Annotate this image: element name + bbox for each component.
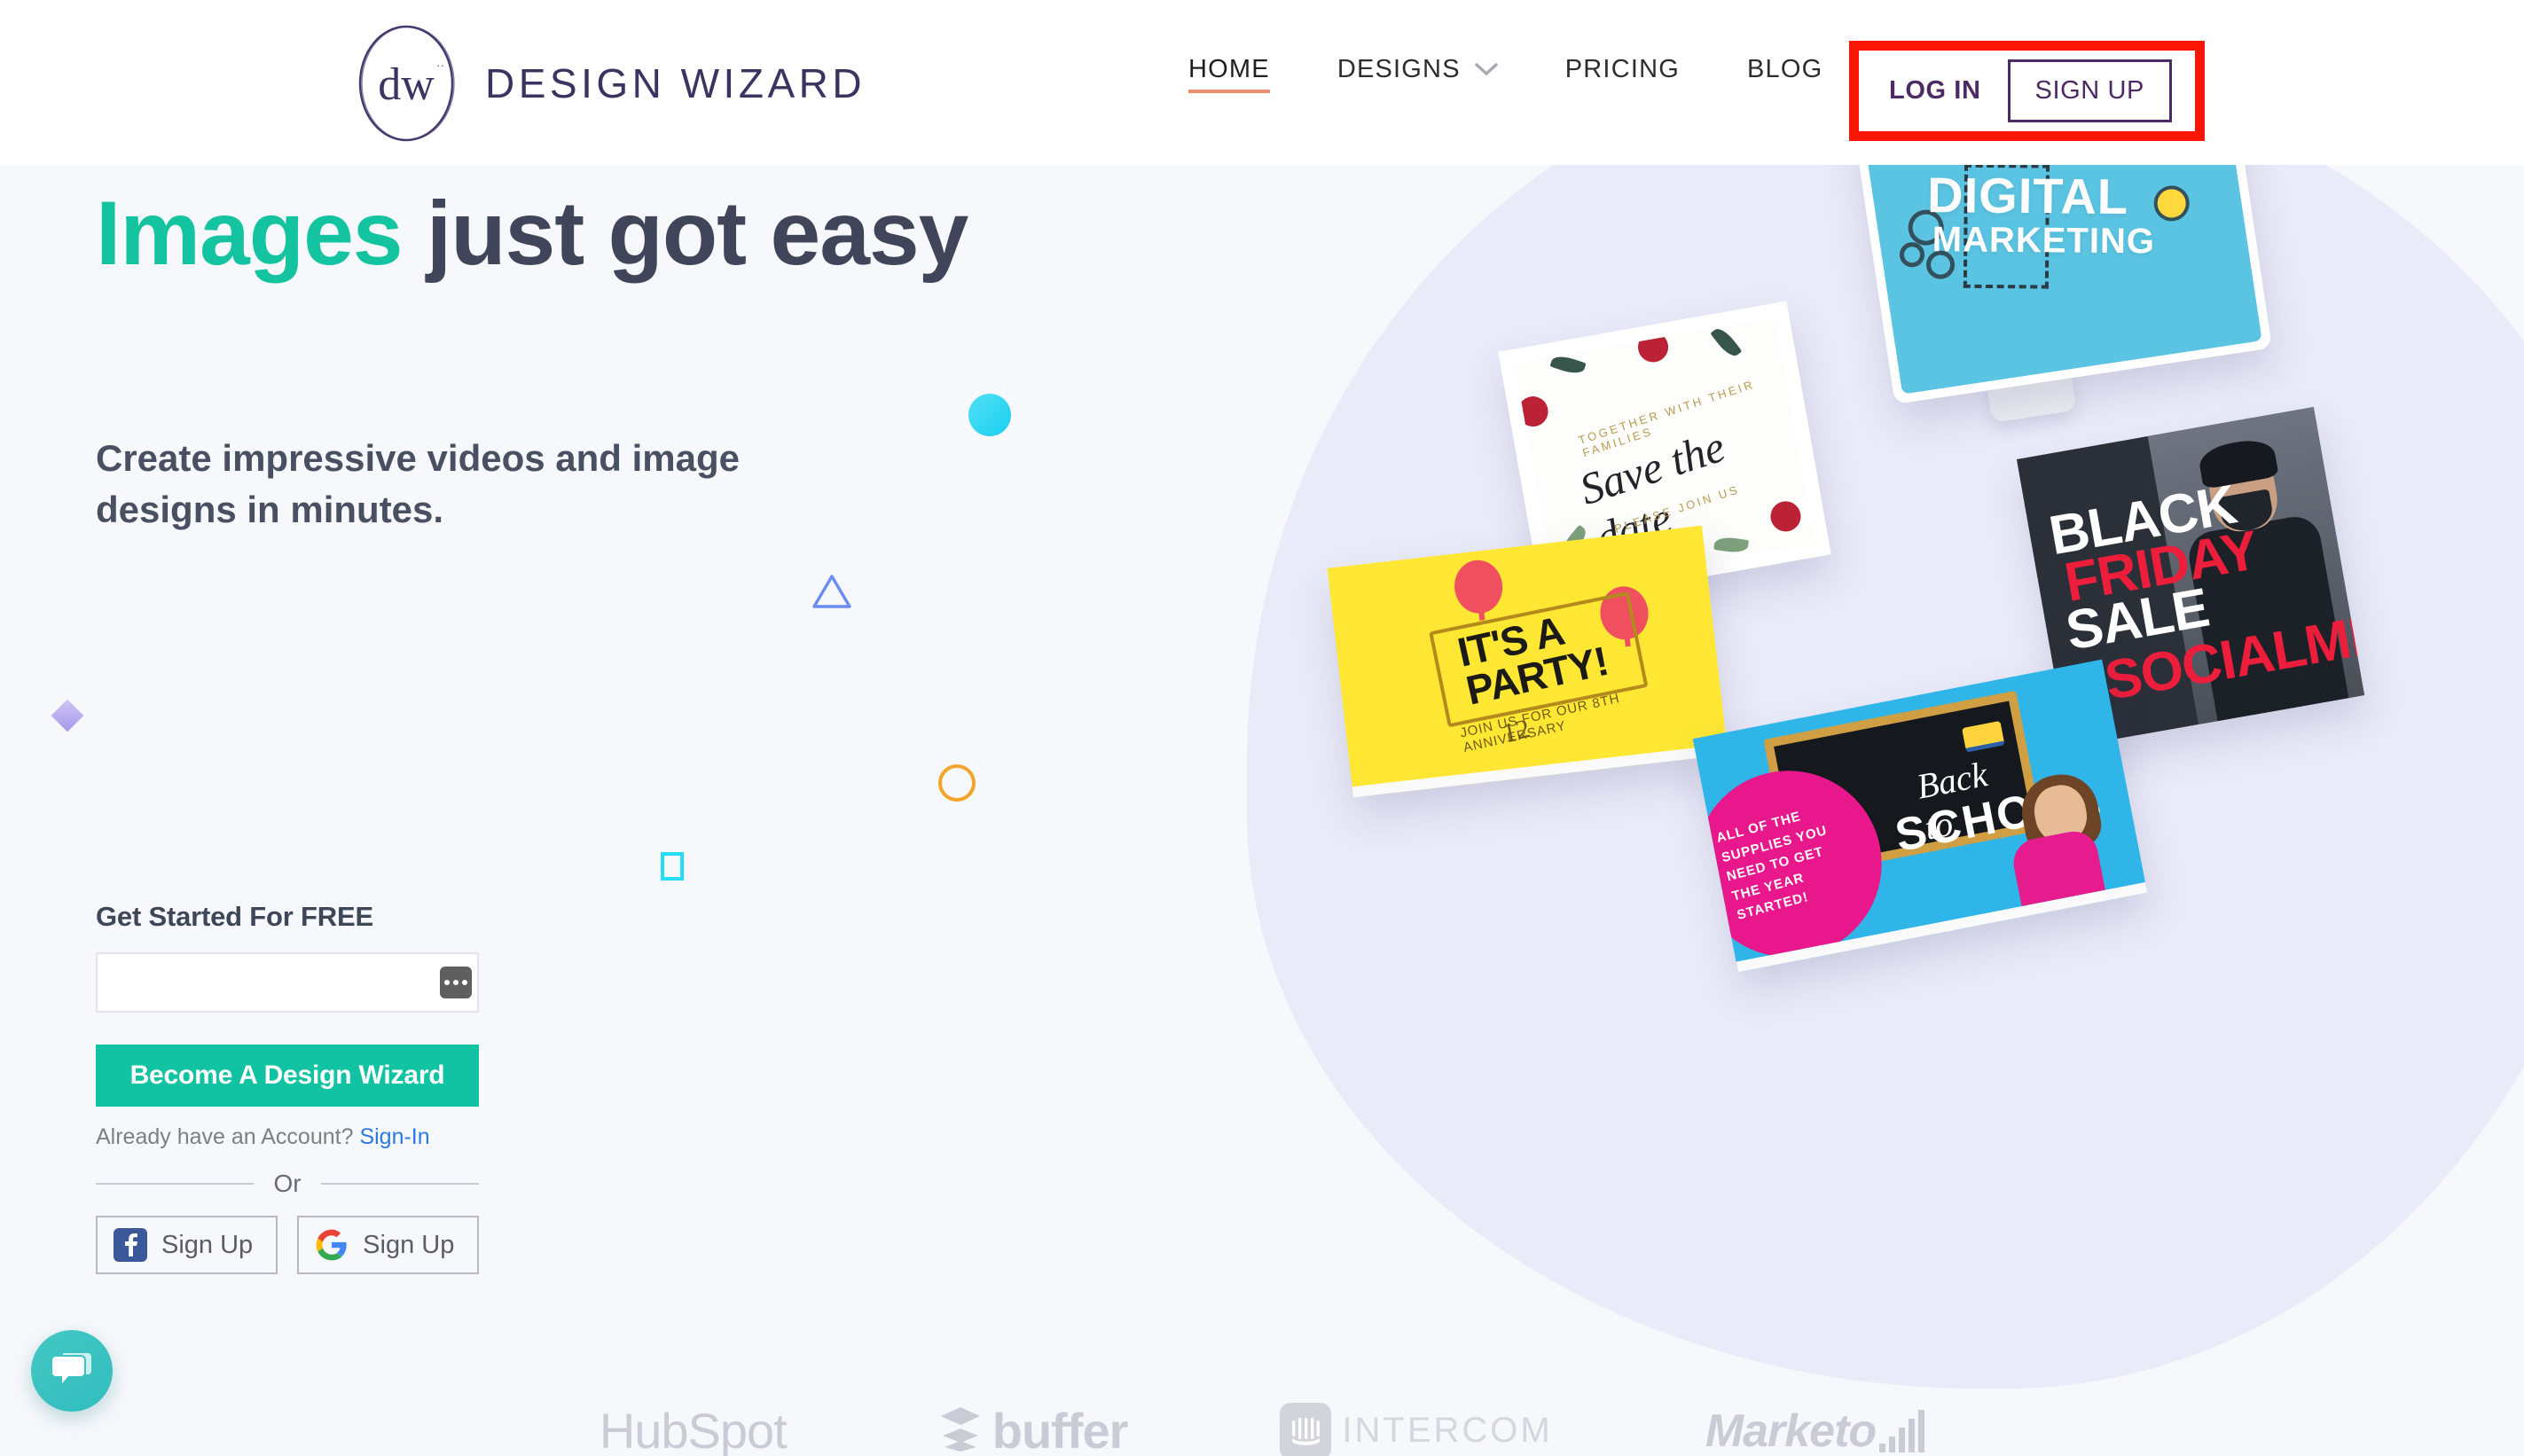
digital-marketing-title: DIGITAL MARKETING xyxy=(1927,167,2156,261)
page-title: Images just got easy xyxy=(96,177,968,289)
teal-dot-icon xyxy=(968,394,1011,436)
divider-line-right xyxy=(320,1183,480,1185)
marketo-label: Marketo xyxy=(1705,1405,1877,1456)
sign-in-link[interactable]: Sign-In xyxy=(359,1124,429,1149)
email-field-wrapper xyxy=(96,952,486,1013)
template-card-digital-marketing: DIGITAL MARKETING xyxy=(1851,165,2273,404)
or-divider: Or xyxy=(96,1170,480,1198)
google-signup-label: Sign Up xyxy=(363,1230,455,1259)
hero-subheading: Create impressive videos and image desig… xyxy=(96,437,740,530)
auth-actions-highlight: LOG IN SIGN UP xyxy=(1849,41,2205,141)
blue-triangle-icon xyxy=(811,573,852,610)
divider-line-left xyxy=(96,1183,255,1185)
chat-bubbles-icon xyxy=(51,1350,93,1393)
student-body xyxy=(2009,827,2105,907)
leaf-icon xyxy=(1710,325,1743,360)
nav-item-designs[interactable]: DESIGNS xyxy=(1337,55,1498,93)
cyan-square-icon xyxy=(661,852,684,881)
page-root: dw ·· DESIGN WIZARD HOME DESIGNS PRICING… xyxy=(0,0,2524,1456)
partner-logo-intercom: INTERCOM xyxy=(1280,1402,1553,1456)
log-in-link[interactable]: LOG IN xyxy=(1875,64,2008,118)
nav-item-home[interactable]: HOME xyxy=(1188,55,1270,93)
partner-logo-buffer: buffer xyxy=(939,1402,1128,1456)
facebook-signup-button[interactable]: Sign Up xyxy=(96,1216,278,1274)
nav-item-blog-label: BLOG xyxy=(1747,55,1823,83)
nav-item-blog[interactable]: BLOG xyxy=(1747,55,1822,93)
leaf-icon xyxy=(1549,352,1587,377)
form-heading: Get Started For FREE xyxy=(96,901,373,932)
dm-subtitle-line: MARKETING xyxy=(1932,219,2156,261)
nav-item-home-label: HOME xyxy=(1188,55,1270,83)
intercom-label: INTERCOM xyxy=(1342,1411,1553,1450)
intercom-logo-icon xyxy=(1280,1402,1332,1456)
leaf-icon xyxy=(1713,535,1750,555)
already-label: Already have an Account? xyxy=(96,1124,354,1149)
chevron-down-icon xyxy=(1475,63,1498,76)
svg-text:dw: dw xyxy=(378,59,435,110)
headline-rest: just got easy xyxy=(402,183,969,284)
become-a-design-wizard-button[interactable]: Become A Design Wizard xyxy=(96,1045,479,1107)
rose-icon xyxy=(1515,394,1551,429)
hero-section: Images just got easy Create impressive v… xyxy=(0,165,2524,1456)
partner-logo-marketo: Marketo xyxy=(1705,1405,1925,1456)
email-input[interactable] xyxy=(96,952,479,1013)
nav-item-pricing-label: PRICING xyxy=(1564,55,1680,83)
site-header: dw ·· DESIGN WIZARD HOME DESIGNS PRICING… xyxy=(0,0,2524,165)
dw-monogram-icon: dw ·· xyxy=(351,21,462,145)
headline-accent-word: Images xyxy=(96,183,404,284)
orange-circle-icon xyxy=(938,764,976,802)
sign-up-button[interactable]: SIGN UP xyxy=(2007,59,2172,122)
design-templates-collage: DIGITAL MARKETING TOGETHER WITH THEIR FA… xyxy=(1327,165,2524,1229)
dm-title-line: DIGITAL xyxy=(1926,167,2129,225)
svg-text:··: ·· xyxy=(436,58,444,72)
signup-form: Get Started For FREE Become A Design Wiz… xyxy=(96,901,486,1274)
nav-item-designs-label: DESIGNS xyxy=(1336,55,1461,83)
or-label: Or xyxy=(273,1170,302,1197)
monitor-screen: DIGITAL MARKETING xyxy=(1862,165,2262,395)
chat-widget-button[interactable] xyxy=(31,1330,113,1412)
rose-icon xyxy=(1635,329,1671,365)
student-photo xyxy=(1971,768,2124,912)
school-bus-icon xyxy=(1962,720,2005,753)
template-card-its-a-party: IT'S A PARTY! JOIN US FOR OUR 8TH ANNIVE… xyxy=(1327,525,1728,798)
balloon-icon xyxy=(1451,557,1506,616)
partner-logos-row: HubSpot buffer INTERCOM Marketo xyxy=(0,1402,2524,1456)
purple-diamond-icon xyxy=(51,699,84,732)
partner-logo-hubspot: HubSpot xyxy=(599,1402,788,1456)
social-signup-row: Sign Up Sign Up xyxy=(96,1216,486,1274)
lightbulb-icon xyxy=(2151,183,2192,224)
google-signup-button[interactable]: Sign Up xyxy=(297,1216,480,1274)
brand-wordmark: DESIGN WIZARD xyxy=(485,60,866,106)
hubspot-label: HubSpot xyxy=(599,1403,788,1456)
facebook-icon xyxy=(114,1228,147,1262)
password-dots-icon[interactable] xyxy=(440,967,472,998)
template-card-back-to-school: Back to SCHOOL ALL OF THE SUPPLIES YOU N… xyxy=(1692,659,2148,973)
facebook-signup-label: Sign Up xyxy=(161,1230,254,1259)
main-navigation: HOME DESIGNS PRICING BLOG xyxy=(1188,55,1890,93)
buffer-logo-icon xyxy=(939,1405,982,1456)
marketo-bars-icon xyxy=(1879,1409,1925,1452)
google-icon xyxy=(315,1228,349,1262)
already-have-account-text: Already have an Account? Sign-In xyxy=(96,1124,486,1150)
brand-logo[interactable]: dw ·· DESIGN WIZARD xyxy=(351,21,866,145)
nav-item-pricing[interactable]: PRICING xyxy=(1565,55,1680,93)
buffer-label: buffer xyxy=(992,1403,1129,1456)
